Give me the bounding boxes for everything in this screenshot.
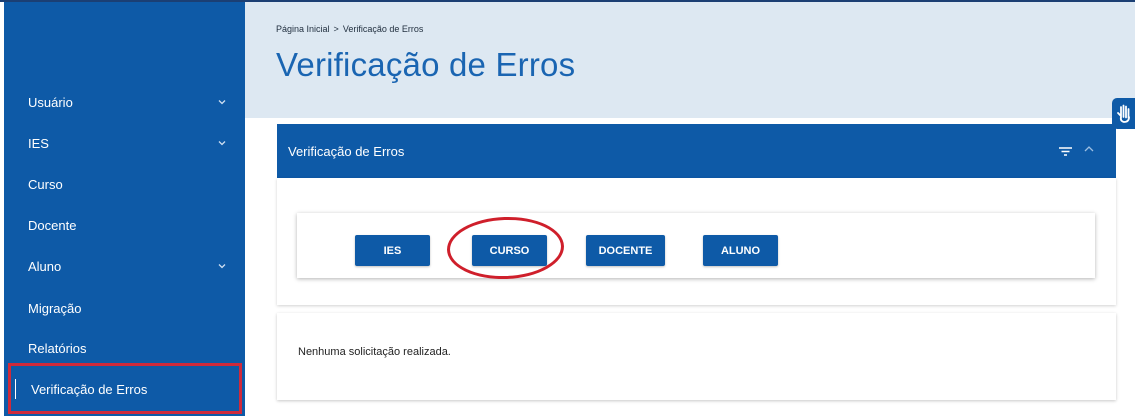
breadcrumb-home[interactable]: Página Inicial [276,24,330,34]
breadcrumb: Página Inicial > Verificação de Erros [276,24,423,34]
sidebar-item-label: IES [28,135,49,151]
aluno-button[interactable]: ALUNO [703,235,778,266]
chevron-down-icon [218,141,226,146]
sidebar-item-migracao[interactable]: Migração [4,289,245,327]
empty-state-message: Nenhuma solicitação realizada. [298,346,451,358]
sidebar-item-docente[interactable]: Docente [4,206,245,244]
sidebar-item-label: Migração [28,300,82,316]
chevron-down-icon [218,100,226,105]
panel-body: IES CURSO DOCENTE ALUNO [277,178,1116,305]
active-indicator [15,379,16,399]
results-card: Nenhuma solicitação realizada. [277,313,1116,400]
sidebar-item-label: Verificação de Erros [31,382,148,397]
page-header: Página Inicial > Verificação de Erros Ve… [245,2,1135,118]
chevron-up-icon[interactable] [1083,144,1095,154]
sidebar-item-aluno[interactable]: Aluno [4,247,245,285]
breadcrumb-current: Verificação de Erros [342,24,424,34]
filter-icon[interactable] [1058,145,1073,158]
panel-header: Verificação de Erros [277,124,1116,178]
sidebar-item-ies[interactable]: IES [4,124,245,162]
ies-button[interactable]: IES [355,235,430,266]
button-group: IES CURSO DOCENTE ALUNO [297,213,1095,278]
sidebar-item-label: Aluno [28,258,62,274]
panel-title: Verificação de Erros [288,144,405,159]
sidebar-item-curso[interactable]: Curso [4,165,245,203]
sidebar-item-relatorios[interactable]: Relatórios [4,329,245,367]
sidebar: Usuário IES Curso Docente Aluno Migração… [4,2,245,416]
sidebar-item-label: Docente [28,217,77,233]
sidebar-item-label: Curso [28,176,63,192]
breadcrumb-separator: > [333,24,339,34]
docente-button[interactable]: DOCENTE [586,235,665,266]
sidebar-item-verificacao-de-erros[interactable]: Verificação de Erros [8,363,242,414]
page-title: Verificação de Erros [276,46,576,83]
sidebar-item-label: Usuário [28,94,73,110]
sidebar-item-label: Relatórios [28,340,87,356]
chevron-down-icon [218,264,226,269]
sidebar-item-usuario[interactable]: Usuário [4,83,245,121]
